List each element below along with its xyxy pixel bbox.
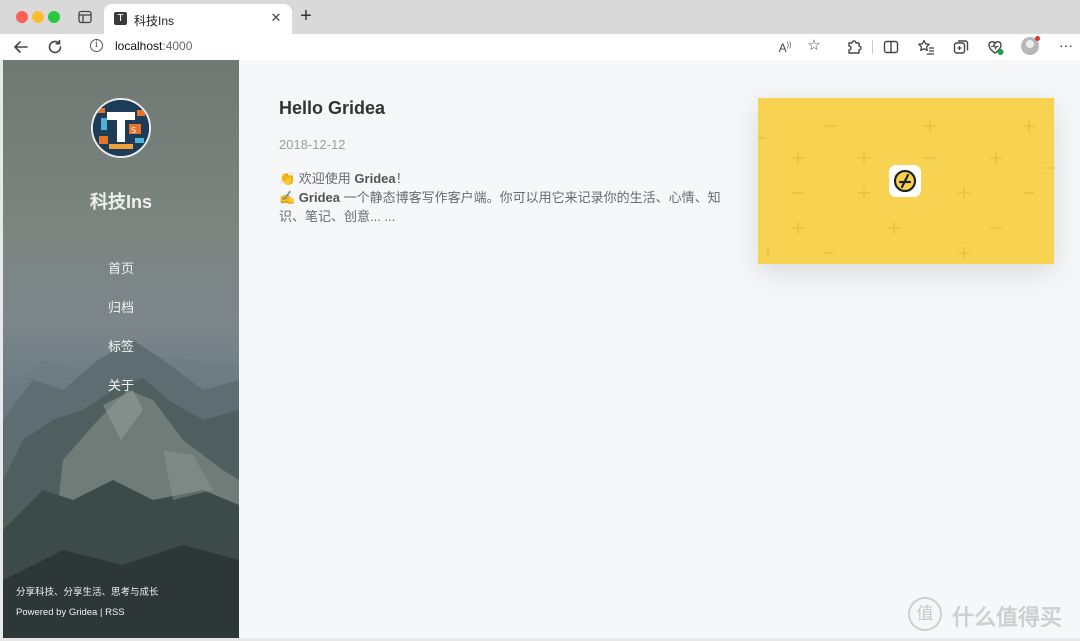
extensions-puzzle-icon[interactable] — [844, 37, 864, 57]
post-excerpt: 👏 欢迎使用 Gridea！ ✍️ Gridea 一个静态博客写作客户端。你可以… — [279, 169, 739, 226]
reload-icon[interactable] — [45, 37, 65, 57]
tab-close-icon[interactable]: ✕ — [268, 10, 284, 26]
main-nav: 首页 归档 标签 关于 — [3, 249, 239, 405]
new-tab-button[interactable]: + — [296, 6, 316, 26]
more-menu-icon[interactable]: ··· — [1057, 37, 1075, 55]
post-card: Hello Gridea 2018-12-12 👏 欢迎使用 Gridea！ ✍… — [279, 98, 739, 226]
powered-by-prefix: Powered by — [16, 607, 69, 618]
nav-item-home[interactable]: 首页 — [3, 249, 239, 288]
site-info-icon[interactable]: i — [90, 39, 103, 52]
collections-icon[interactable] — [951, 37, 971, 57]
post-date: 2018-12-12 — [279, 137, 346, 152]
clap-emoji-icon: 👏 — [279, 171, 296, 186]
excerpt-text: 一个静态博客写作客户端。你可以用它来记录你的生活、心情、知识、笔记、创意... … — [279, 190, 721, 224]
read-aloud-icon[interactable]: A)) — [776, 37, 794, 55]
tab-title: 科技Ins — [134, 14, 175, 28]
sidebar: S 科技Ins 首页 归档 标签 关于 分享科技、分享生活、思考与成长 Powe… — [3, 60, 239, 638]
excerpt-bold: Gridea — [354, 171, 396, 186]
site-avatar-logo[interactable]: S — [91, 98, 151, 158]
browser-tab-bar: T 科技Ins ✕ + — [0, 0, 1080, 34]
split-screen-icon[interactable] — [881, 37, 901, 57]
site-title[interactable]: 科技Ins — [3, 188, 239, 214]
favorites-icon[interactable] — [916, 37, 936, 57]
watermark-text: 什么值得买 — [952, 605, 1063, 630]
add-favorite-star-icon[interactable]: ☆ — [805, 37, 823, 55]
profile-notification-dot — [1035, 36, 1040, 41]
rss-link[interactable]: RSS — [105, 607, 125, 618]
excerpt-bold: Gridea — [295, 190, 340, 205]
smzdm-watermark: 值 什么值得买 — [908, 597, 1078, 631]
back-arrow-icon[interactable] — [11, 37, 31, 57]
nav-item-tags[interactable]: 标签 — [3, 327, 239, 366]
gridea-link[interactable]: Gridea — [69, 607, 98, 618]
tab-actions-icon[interactable] — [78, 10, 92, 24]
url-text: localhost:4000 — [115, 39, 193, 53]
browser-tab[interactable]: T 科技Ins ✕ — [104, 4, 292, 34]
powered-by-footer: Powered by Gridea | RSS — [16, 607, 125, 618]
toolbar-divider — [872, 40, 873, 54]
footer-separator: | — [97, 607, 106, 618]
nav-item-archive[interactable]: 归档 — [3, 288, 239, 327]
watermark-logo-icon: 值 — [908, 597, 942, 631]
writing-hand-emoji-icon: ✍️ — [279, 190, 296, 205]
post-feature-image[interactable] — [758, 98, 1054, 264]
nav-item-about[interactable]: 关于 — [3, 366, 239, 405]
post-title-link[interactable]: Hello Gridea — [279, 98, 739, 119]
browser-essentials-heart-icon[interactable] — [985, 37, 1005, 57]
tab-favicon-icon: T — [114, 12, 127, 25]
address-bar[interactable]: i localhost:4000 A)) ☆ — [78, 34, 832, 58]
excerpt-text: ！ — [395, 171, 409, 186]
browser-toolbar: i localhost:4000 A)) ☆ ··· — [0, 34, 1080, 60]
svg-text:S: S — [131, 126, 136, 135]
page-viewport: S 科技Ins 首页 归档 标签 关于 分享科技、分享生活、思考与成长 Powe… — [3, 60, 1080, 638]
close-window-button[interactable] — [16, 11, 28, 23]
site-motto: 分享科技、分享生活、思考与成长 — [16, 587, 159, 598]
gridea-logo-icon — [889, 165, 921, 197]
excerpt-text: 欢迎使用 — [295, 171, 355, 186]
zoom-window-button[interactable] — [48, 11, 60, 23]
minimize-window-button[interactable] — [32, 11, 44, 23]
